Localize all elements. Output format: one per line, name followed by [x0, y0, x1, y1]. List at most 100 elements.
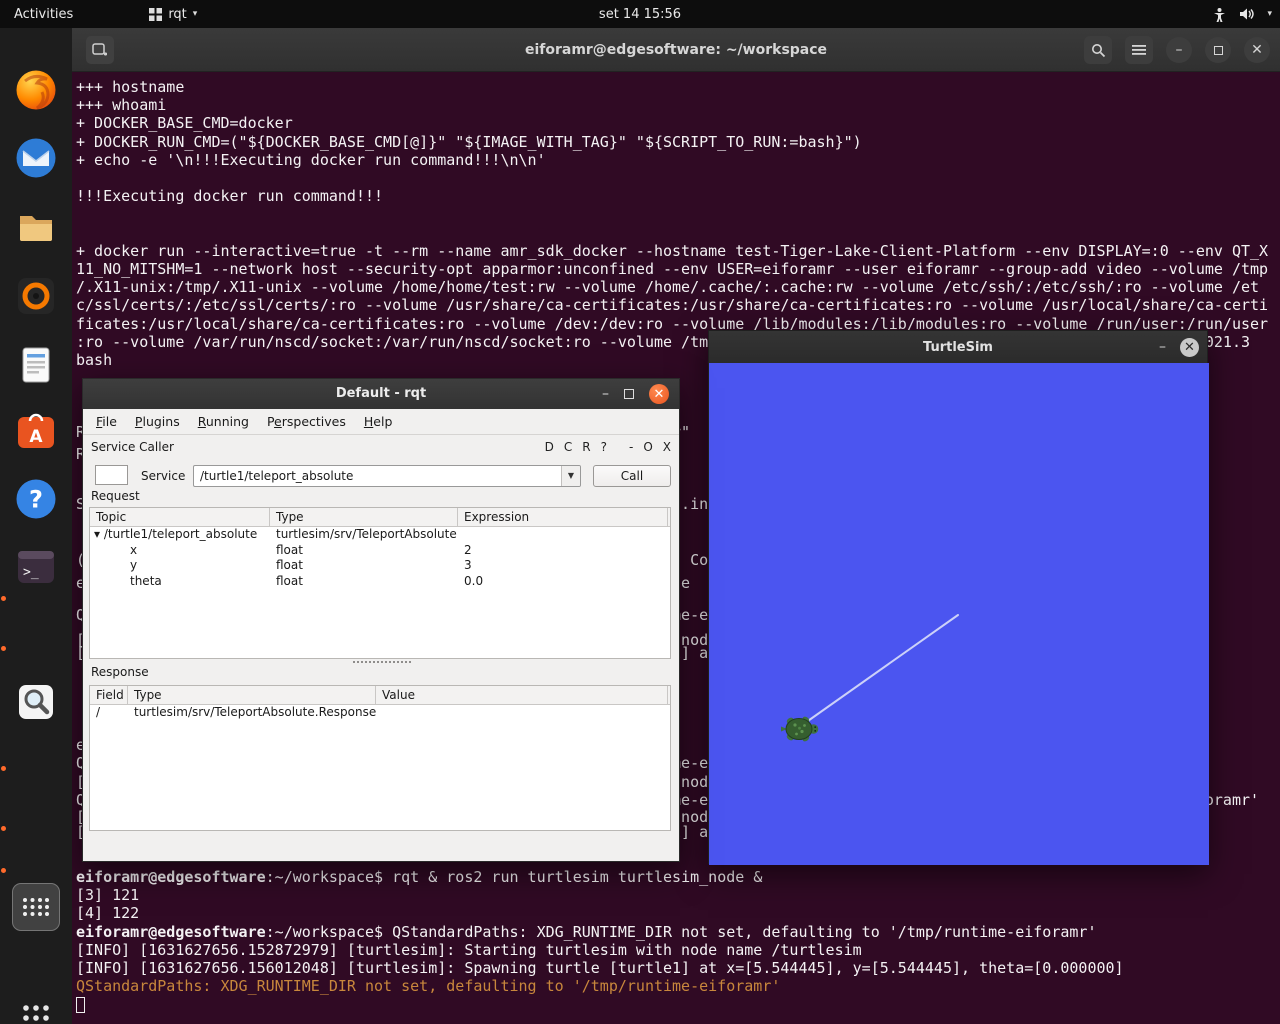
- dock-item-rqt-active[interactable]: [12, 883, 60, 931]
- panel-button--[interactable]: -: [629, 440, 633, 454]
- panel-button-O[interactable]: O: [643, 440, 652, 454]
- service-label: Service: [141, 465, 185, 487]
- service-combobox-value: /turtle1/teleport_absolute: [200, 469, 353, 483]
- hamburger-icon: [1132, 44, 1146, 56]
- menu-running[interactable]: Running: [189, 409, 258, 435]
- table-row[interactable]: ▾ /turtle1/teleport_absoluteturtlesim/sr…: [90, 527, 670, 543]
- maximize-icon: [1214, 46, 1223, 55]
- column-header: Value: [376, 686, 668, 704]
- response-label: Response: [91, 665, 149, 679]
- search-icon: [1091, 43, 1106, 58]
- clock[interactable]: set 14 15:56: [599, 7, 681, 22]
- panel-title: Service Caller: [91, 440, 174, 454]
- minimize-icon: –: [1176, 43, 1183, 57]
- svg-text:A: A: [29, 427, 43, 447]
- activities-button[interactable]: Activities: [0, 0, 87, 28]
- running-indicator-dot: [1, 826, 6, 831]
- terminal-line: [3] 121: [76, 886, 1124, 904]
- table-header: FieldTypeValue: [90, 686, 670, 705]
- service-combobox[interactable]: /turtle1/teleport_absolute ▼: [193, 465, 581, 487]
- app-menu-label: rqt: [168, 7, 186, 22]
- svg-text:?: ?: [29, 486, 43, 514]
- terminal-icon: >_: [14, 545, 58, 589]
- app-grid-icon: [149, 8, 162, 21]
- search-button[interactable]: [1084, 36, 1112, 64]
- dock-item-thunderbird[interactable]: [13, 135, 59, 181]
- dock-item-terminal[interactable]: >_: [13, 544, 59, 590]
- terminal-line: [4] 122: [76, 904, 1124, 922]
- volume-icon: [1239, 7, 1255, 21]
- running-indicator-dot: [1, 646, 6, 651]
- panel-button-R[interactable]: R: [582, 440, 590, 454]
- terminal-line: QStandardPaths: XDG_RUNTIME_DIR not set,…: [76, 977, 1124, 995]
- column-header: Topic: [90, 508, 270, 526]
- mail-icon: [14, 136, 58, 180]
- maximize-button[interactable]: [1205, 37, 1231, 63]
- document-icon: [14, 343, 58, 387]
- menu-plugins[interactable]: Plugins: [126, 409, 189, 435]
- panel-button-?[interactable]: ?: [601, 440, 607, 454]
- column-header: Expression: [458, 508, 668, 526]
- rqt-menubar: FilePluginsRunningPerspectivesHelp: [83, 409, 679, 435]
- rqt-app-icon: [16, 887, 56, 927]
- dock: A ? >_: [0, 28, 72, 1024]
- turtlesim-canvas: [709, 363, 1209, 865]
- table-row[interactable]: thetafloat0.0: [90, 574, 670, 590]
- rqt-titlebar[interactable]: Default - rqt – ✕: [83, 379, 679, 409]
- menu-file[interactable]: File: [87, 409, 126, 435]
- dock-item-software-store[interactable]: A: [13, 408, 59, 454]
- close-button[interactable]: ✕: [649, 384, 669, 404]
- terminal-cursor: [76, 997, 85, 1013]
- show-applications-button[interactable]: [13, 995, 59, 1024]
- splitter-handle[interactable]: [353, 661, 411, 665]
- dock-item-help[interactable]: ?: [13, 476, 59, 522]
- table-row[interactable]: xfloat2: [90, 543, 670, 559]
- app-grid-icon: [18, 1000, 54, 1024]
- terminal-bottom-lines: eiforamr@edgesoftware:~/workspace$ rqt &…: [76, 868, 1124, 1014]
- folder-icon: [14, 205, 58, 249]
- minimize-button[interactable]: –: [1166, 37, 1192, 63]
- new-tab-button[interactable]: [86, 36, 114, 64]
- app-menu-button[interactable]: rqt ▾: [139, 0, 207, 28]
- minimize-button[interactable]: –: [602, 386, 609, 402]
- close-icon: ✕: [654, 387, 665, 402]
- terminal-line: [INFO] [1631627656.156012048] [turtlesim…: [76, 959, 1124, 977]
- accessibility-icon: [1212, 7, 1227, 22]
- system-tray[interactable]: ▾: [1212, 0, 1272, 28]
- table-row[interactable]: yfloat3: [90, 558, 670, 574]
- dock-item-firefox[interactable]: [13, 67, 59, 113]
- software-store-icon: A: [14, 409, 58, 453]
- terminal-titlebar[interactable]: eiforamr@edgesoftware: ~/workspace – ✕: [72, 28, 1280, 72]
- disc-icon: [14, 274, 58, 318]
- panel-button-C[interactable]: C: [564, 440, 572, 454]
- magnifier-icon: [14, 680, 58, 724]
- panel-button-D[interactable]: D: [545, 440, 554, 454]
- minimize-icon: –: [602, 386, 609, 402]
- turtle-sprite: [781, 715, 818, 742]
- dock-item-disc-burner[interactable]: [13, 273, 59, 319]
- dock-item-document-viewer[interactable]: [13, 342, 59, 388]
- dock-item-files[interactable]: [13, 204, 59, 250]
- table-row[interactable]: /turtlesim/srv/TeleportAbsolute.Response: [90, 705, 670, 721]
- turtlesim-scene: [709, 363, 1209, 865]
- service-filter-input[interactable]: [95, 465, 128, 485]
- maximize-button[interactable]: [624, 389, 634, 399]
- terminal-line: eiforamr@edgesoftware:~/workspace$ rqt &…: [76, 868, 1124, 886]
- menu-help[interactable]: Help: [355, 409, 402, 435]
- call-button[interactable]: Call: [593, 465, 671, 487]
- top-bar: Activities rqt ▾ set 14 15:56 ▾: [0, 0, 1280, 28]
- close-button[interactable]: ✕: [1244, 37, 1270, 63]
- minimize-icon: –: [1159, 339, 1166, 355]
- menu-button[interactable]: [1125, 36, 1153, 64]
- service-caller-panel-header: Service Caller DCR? -OX: [83, 437, 679, 459]
- turtlesim-titlebar[interactable]: TurtleSim – ✕: [709, 331, 1207, 363]
- dock-item-screenshot-tool[interactable]: [13, 679, 59, 725]
- chevron-down-icon[interactable]: ▼: [561, 466, 580, 486]
- close-button[interactable]: ✕: [1180, 338, 1199, 357]
- menu-perspectives[interactable]: Perspectives: [258, 409, 355, 435]
- panel-button-X[interactable]: X: [663, 440, 671, 454]
- minimize-button[interactable]: –: [1159, 339, 1166, 355]
- running-indicator-dot: [1, 766, 6, 771]
- panel-toolbar: DCR? -OX: [535, 440, 671, 454]
- running-indicator-dot: [1, 868, 6, 873]
